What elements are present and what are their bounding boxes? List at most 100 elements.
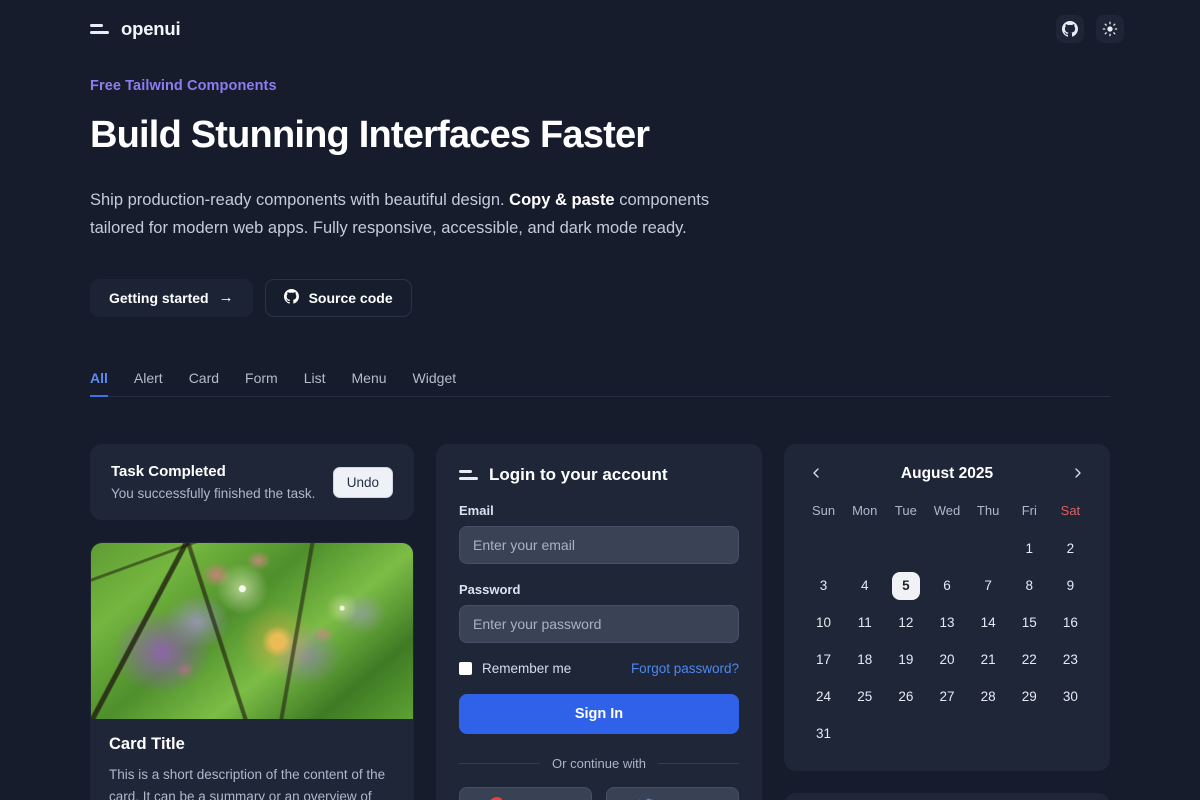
calendar-day-number: 3	[810, 572, 838, 600]
calendar-day-number: 22	[1015, 646, 1043, 674]
calendar-day-number: 9	[1056, 572, 1084, 600]
brand-logo[interactable]: openui	[90, 18, 180, 40]
calendar-day[interactable]: 29	[1009, 678, 1050, 715]
github-icon	[1062, 21, 1078, 37]
calendar-day[interactable]: 28	[968, 678, 1009, 715]
calendar-day-number: 26	[892, 683, 920, 711]
remember-me-option[interactable]: Remember me	[459, 661, 571, 676]
calendar-day[interactable]: 26	[885, 678, 926, 715]
components-grid: Task Completed You successfully finished…	[90, 444, 1110, 800]
calendar-day[interactable]: 15	[1009, 604, 1050, 641]
remember-me-checkbox[interactable]	[459, 662, 472, 675]
calendar-day-blank	[885, 530, 926, 567]
calendar-day[interactable]: 17	[803, 641, 844, 678]
calendar-day-number: 12	[892, 609, 920, 637]
calendar-day-number: 31	[810, 720, 838, 748]
getting-started-button[interactable]: Getting started →	[90, 279, 253, 317]
calendar-next-button[interactable]	[1065, 461, 1091, 487]
calendar-day-number: 21	[974, 646, 1002, 674]
google-sign-in-button[interactable]: Google	[459, 787, 592, 800]
calendar-day[interactable]: 30	[1050, 678, 1091, 715]
header-actions	[1056, 15, 1124, 43]
calendar-day[interactable]: 22	[1009, 641, 1050, 678]
calendar-day[interactable]: 19	[885, 641, 926, 678]
login-header: Login to your account	[459, 465, 739, 485]
calendar-day-number: 23	[1056, 646, 1084, 674]
calendar-day[interactable]: 8	[1009, 567, 1050, 604]
card-title: Card Title	[109, 735, 395, 754]
source-code-label: Source code	[309, 290, 393, 306]
calendar-day[interactable]: 7	[968, 567, 1009, 604]
calendar-day[interactable]: 24	[803, 678, 844, 715]
media-card-body: Card Title This is a short description o…	[91, 719, 413, 800]
hero-buttons: Getting started → Source code	[90, 279, 830, 317]
calendar-day-number: 2	[1056, 535, 1084, 563]
calendar-dow-tue: Tue	[885, 503, 926, 530]
calendar-day[interactable]: 21	[968, 641, 1009, 678]
theme-toggle-button[interactable]	[1096, 15, 1124, 43]
calendar-day[interactable]: 27	[926, 678, 967, 715]
alert-card: Task Completed You successfully finished…	[90, 444, 414, 520]
calendar-day[interactable]: 31	[803, 715, 844, 752]
social-buttons: Google Twitter	[459, 787, 739, 800]
calendar-day-number: 17	[810, 646, 838, 674]
calendar-day[interactable]: 25	[844, 678, 885, 715]
tab-menu[interactable]: Menu	[352, 370, 387, 397]
calendar-day[interactable]: 23	[1050, 641, 1091, 678]
hero-sub-part1: Ship production-ready components with be…	[90, 191, 509, 209]
undo-button[interactable]: Undo	[333, 467, 393, 498]
page-root: openui Free Tailwind Components Build St…	[0, 0, 1200, 800]
tab-list[interactable]: List	[304, 370, 326, 397]
tab-widget[interactable]: Widget	[413, 370, 457, 397]
calendar-day-blank	[926, 530, 967, 567]
calendar-day[interactable]: 3	[803, 567, 844, 604]
calendar-day-number: 4	[851, 572, 879, 600]
calendar-day[interactable]: 1	[1009, 530, 1050, 567]
calendar-day[interactable]: 13	[926, 604, 967, 641]
calendar-day[interactable]: 12	[885, 604, 926, 641]
tab-card[interactable]: Card	[189, 370, 219, 397]
site-header: openui	[0, 0, 1200, 58]
hero-subtitle: Ship production-ready components with be…	[90, 186, 720, 243]
forgot-password-link[interactable]: Forgot password?	[631, 661, 739, 676]
calendar-day[interactable]: 2	[1050, 530, 1091, 567]
calendar-day[interactable]: 10	[803, 604, 844, 641]
page-title: Build Stunning Interfaces Faster	[90, 116, 830, 156]
arrow-right-icon: →	[219, 289, 234, 306]
sign-in-button[interactable]: Sign In	[459, 694, 739, 734]
calendar-day[interactable]: 16	[1050, 604, 1091, 641]
calendar-day-number: 1	[1015, 535, 1043, 563]
login-title: Login to your account	[489, 465, 668, 485]
calendar-day-number: 25	[851, 683, 879, 711]
tab-alert[interactable]: Alert	[134, 370, 163, 397]
calendar-day-number: 5	[892, 572, 920, 600]
hero-section: Free Tailwind Components Build Stunning …	[90, 78, 830, 317]
calendar-day-number: 30	[1056, 683, 1084, 711]
calendar-day[interactable]: 6	[926, 567, 967, 604]
calendar-prev-button[interactable]	[803, 461, 829, 487]
tab-all[interactable]: All	[90, 370, 108, 397]
password-field[interactable]	[459, 605, 739, 643]
chevron-left-icon	[808, 465, 824, 484]
google-icon	[489, 797, 505, 800]
calendar-day[interactable]: 9	[1050, 567, 1091, 604]
calendar-day[interactable]: 5	[885, 567, 926, 604]
calendar-day[interactable]: 18	[844, 641, 885, 678]
tab-form[interactable]: Form	[245, 370, 278, 397]
calendar-day[interactable]: 4	[844, 567, 885, 604]
twitter-sign-in-button[interactable]: Twitter	[606, 787, 739, 800]
source-code-button[interactable]: Source code	[265, 279, 412, 317]
calendar-day-blank	[968, 530, 1009, 567]
hero-sub-strong: Copy & paste	[509, 191, 614, 209]
github-icon	[284, 289, 299, 307]
calendar-day[interactable]: 20	[926, 641, 967, 678]
github-link-button[interactable]	[1056, 15, 1084, 43]
alert-title: Task Completed	[111, 463, 321, 480]
calendar-dow-fri: Fri	[1009, 503, 1050, 530]
calendar-card: August 2025 SunMonTueWedThuFriSat1234567…	[784, 444, 1110, 771]
calendar-day-blank	[844, 530, 885, 567]
calendar-day[interactable]: 14	[968, 604, 1009, 641]
calendar-day[interactable]: 11	[844, 604, 885, 641]
grid-column-3: August 2025 SunMonTueWedThuFriSat1234567…	[784, 444, 1110, 800]
email-field[interactable]	[459, 526, 739, 564]
